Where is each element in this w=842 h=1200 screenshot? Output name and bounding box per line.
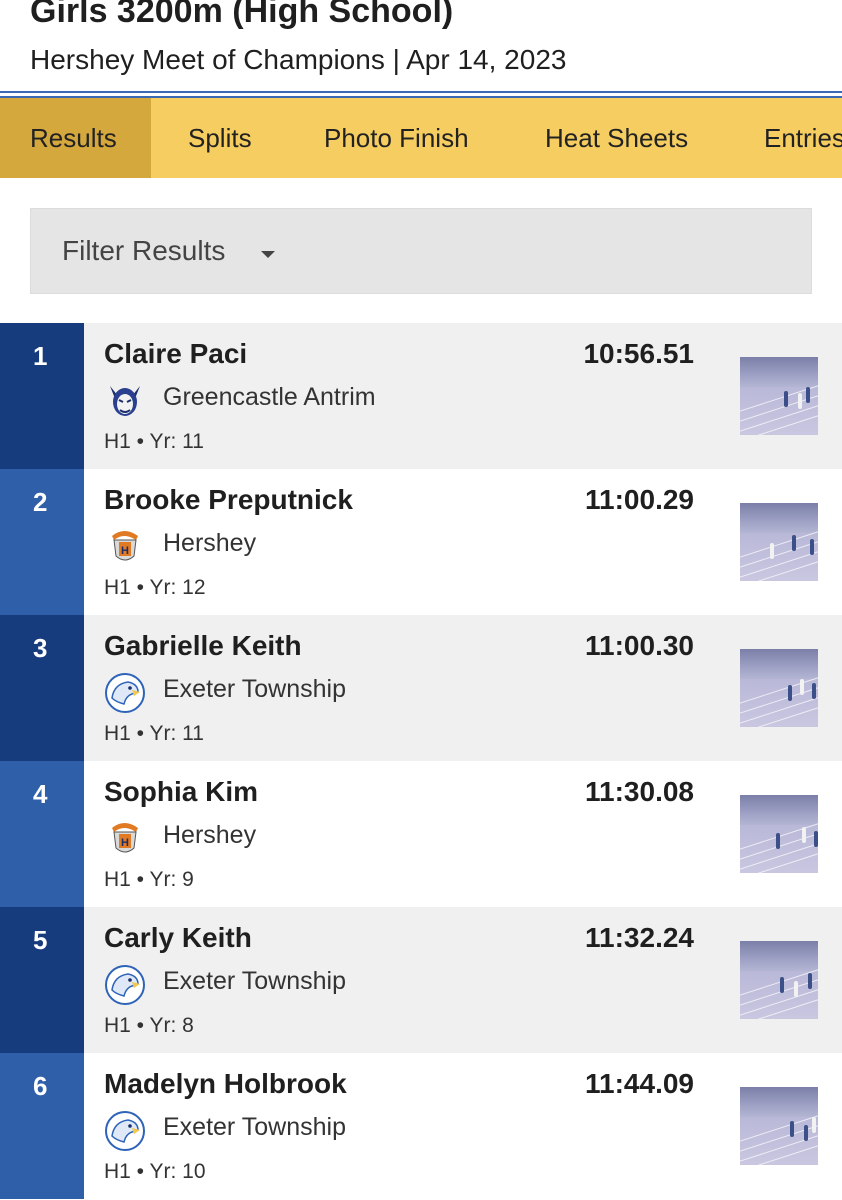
finish-time: 11:00.29 bbox=[585, 484, 694, 515]
finish-time: 11:32.24 bbox=[585, 922, 694, 953]
place-number: 5 bbox=[33, 925, 48, 955]
trojan-mascot-icon: H bbox=[104, 818, 146, 860]
tab-entries[interactable]: Entries bbox=[764, 98, 842, 178]
result-row[interactable]: 5 Carly Keith Exeter Township H1 • Yr: 8 11:… bbox=[0, 907, 842, 1053]
heat-year-info: H1 • Yr: 10 bbox=[104, 1160, 206, 1183]
athlete-name-link[interactable]: Carly Keith bbox=[104, 922, 252, 954]
athlete-name-link[interactable]: Claire Paci bbox=[104, 338, 247, 370]
finish-time: 11:30.08 bbox=[585, 776, 694, 807]
heat-year-info: H1 • Yr: 11 bbox=[104, 430, 204, 453]
trojan-mascot-icon: H bbox=[104, 526, 146, 568]
photo-finish-thumbnail[interactable] bbox=[740, 941, 818, 1019]
heat-year-info: H1 • Yr: 11 bbox=[104, 722, 204, 745]
team-name-link[interactable]: Exeter Township bbox=[163, 1113, 346, 1142]
eagle-mascot-icon bbox=[104, 1110, 146, 1152]
tab-heat-sheets[interactable]: Heat Sheets bbox=[545, 98, 688, 178]
athlete-name-link[interactable]: Brooke Preputnick bbox=[104, 484, 353, 516]
heat-year-info: H1 • Yr: 9 bbox=[104, 868, 194, 891]
place-number: 3 bbox=[33, 633, 48, 663]
meet-subtitle: Hershey Meet of Champions | Apr 14, 2023 bbox=[30, 44, 567, 75]
result-row[interactable]: 4 Sophia Kim H Hershey H1 • Yr: 9 11:30.08 bbox=[0, 761, 842, 907]
place-cell: 3 bbox=[0, 615, 84, 761]
team-name-link[interactable]: Greencastle Antrim bbox=[163, 383, 376, 412]
heat-year-info: H1 • Yr: 12 bbox=[104, 576, 206, 599]
result-row[interactable]: 6 Madelyn Holbrook Exeter Township H1 • Yr:… bbox=[0, 1053, 842, 1199]
athlete-name-link[interactable]: Madelyn Holbrook bbox=[104, 1068, 347, 1100]
place-cell: 6 bbox=[0, 1053, 84, 1199]
result-row[interactable]: 1 Claire Paci Greencastle Antrim H1 • Yr: 1… bbox=[0, 323, 842, 469]
team-name-link[interactable]: Hershey bbox=[163, 529, 256, 558]
photo-finish-thumbnail[interactable] bbox=[740, 1087, 818, 1165]
event-title: Girls 3200m (High School) bbox=[30, 0, 454, 30]
finish-time: 11:00.30 bbox=[585, 630, 694, 661]
place-number: 4 bbox=[33, 779, 48, 809]
caret-down-icon bbox=[261, 251, 275, 258]
athlete-name-link[interactable]: Gabrielle Keith bbox=[104, 630, 302, 662]
place-cell: 4 bbox=[0, 761, 84, 907]
place-cell: 1 bbox=[0, 323, 84, 469]
heat-year-info: H1 • Yr: 8 bbox=[104, 1014, 194, 1037]
place-cell: 5 bbox=[0, 907, 84, 1053]
place-cell: 2 bbox=[0, 469, 84, 615]
event-tab-bar: Results Splits Photo Finish Heat Sheets … bbox=[0, 96, 842, 178]
place-number: 6 bbox=[33, 1071, 48, 1101]
photo-finish-thumbnail[interactable] bbox=[740, 503, 818, 581]
team-name-link[interactable]: Exeter Township bbox=[163, 675, 346, 704]
tab-splits[interactable]: Splits bbox=[188, 98, 252, 178]
filter-results-label: Filter Results bbox=[62, 235, 226, 266]
eagle-mascot-icon bbox=[104, 672, 146, 714]
result-row[interactable]: 3 Gabrielle Keith Exeter Township H1 • Yr: … bbox=[0, 615, 842, 761]
results-list: 1 Claire Paci Greencastle Antrim H1 • Yr: 1… bbox=[0, 323, 842, 1200]
result-row[interactable]: 2 Brooke Preputnick H Hershey H1 • Yr: 12 11:… bbox=[0, 469, 842, 615]
finish-time: 11:44.09 bbox=[585, 1068, 694, 1099]
devil-mascot-icon bbox=[104, 380, 146, 422]
tab-results[interactable]: Results bbox=[0, 98, 151, 178]
svg-text:H: H bbox=[121, 545, 129, 557]
page-header: Girls 3200m (High School) Hershey Meet o… bbox=[0, 0, 842, 96]
photo-finish-thumbnail[interactable] bbox=[740, 649, 818, 727]
finish-time: 10:56.51 bbox=[583, 338, 694, 369]
eagle-mascot-icon bbox=[104, 964, 146, 1006]
filter-results-button[interactable]: Filter Results bbox=[30, 208, 812, 294]
photo-finish-thumbnail[interactable] bbox=[740, 795, 818, 873]
svg-text:H: H bbox=[121, 837, 129, 849]
team-name-link[interactable]: Exeter Township bbox=[163, 967, 346, 996]
place-number: 2 bbox=[33, 487, 48, 517]
athlete-name-link[interactable]: Sophia Kim bbox=[104, 776, 258, 808]
header-divider bbox=[0, 91, 842, 93]
photo-finish-thumbnail[interactable] bbox=[740, 357, 818, 435]
place-number: 1 bbox=[33, 341, 48, 371]
team-name-link[interactable]: Hershey bbox=[163, 821, 256, 850]
tab-photo-finish[interactable]: Photo Finish bbox=[324, 98, 469, 178]
